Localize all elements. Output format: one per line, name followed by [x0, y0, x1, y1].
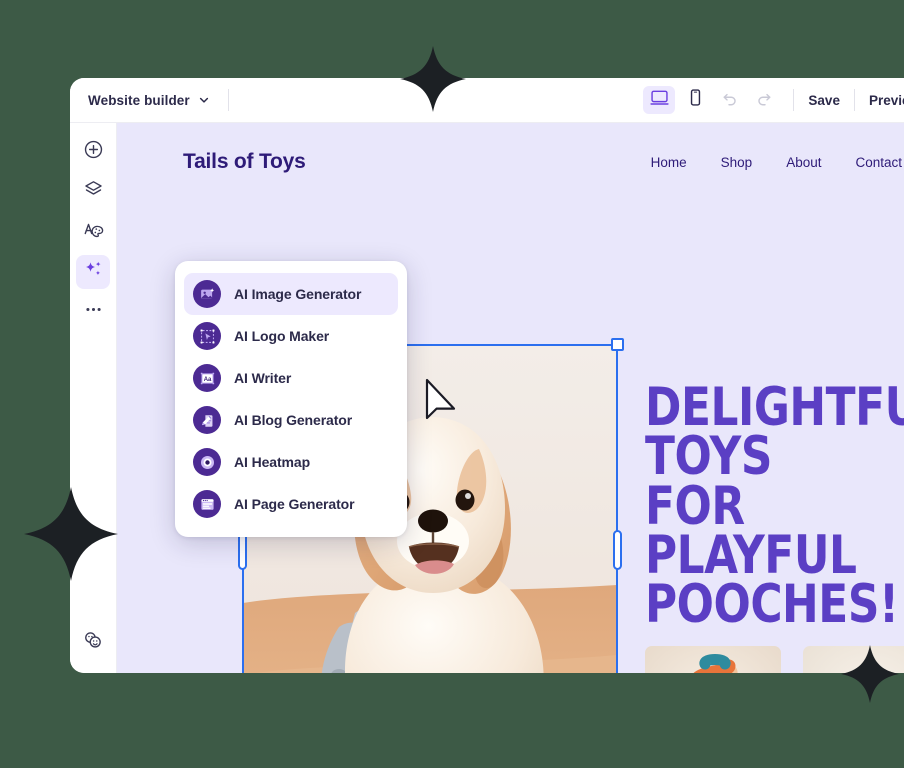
nav-item-about[interactable]: About: [786, 155, 821, 170]
nav-item-home[interactable]: Home: [651, 155, 687, 170]
menu-item-label: AI Blog Generator: [234, 412, 353, 428]
mobile-view-button[interactable]: [679, 86, 711, 114]
nav-item-shop[interactable]: Shop: [721, 155, 753, 170]
chevron-down-icon: [198, 94, 210, 106]
ai-tools-menu: AI Image Generator AI Logo Maker Aa AI W…: [175, 261, 407, 537]
undo-button[interactable]: [715, 86, 745, 114]
sidebar-item-feedback[interactable]: [76, 625, 110, 659]
menu-item-label: AI Writer: [234, 370, 292, 386]
ai-heatmap-icon: [193, 448, 221, 476]
hero-text-block[interactable]: DELIGHTFUL TOYS FOR PLAYFUL POOCHES! Lea…: [645, 377, 904, 673]
ai-page-icon: [193, 490, 221, 518]
website-canvas[interactable]: Tails of Toys Home Shop About Contact DE…: [117, 123, 904, 673]
plus-circle-icon: [83, 139, 104, 165]
smiley-faces-icon: [82, 629, 104, 656]
toolbar-divider-2: [793, 89, 795, 111]
left-sidebar: [70, 123, 117, 673]
save-button[interactable]: Save: [808, 93, 840, 108]
product-thumbnail-2[interactable]: [803, 646, 904, 673]
product-thumbnail-row: [645, 646, 904, 673]
menu-item-ai-logo-maker[interactable]: AI Logo Maker: [184, 315, 398, 357]
menu-item-ai-heatmap[interactable]: AI Heatmap: [184, 441, 398, 483]
redo-button[interactable]: [749, 86, 779, 114]
site-nav: Home Shop About Contact: [651, 155, 902, 170]
mobile-phone-icon: [686, 88, 705, 112]
toolbar-divider: [227, 89, 229, 111]
menu-item-ai-page-generator[interactable]: AI Page Generator: [184, 483, 398, 525]
ai-writer-icon: Aa: [193, 364, 221, 392]
toolbar: Website builder Save Previ: [70, 78, 904, 123]
project-menu-label: Website builder: [88, 92, 190, 108]
hero-heading: DELIGHTFUL TOYS FOR PLAYFUL POOCHES!: [645, 377, 904, 636]
sidebar-item-ai-tools[interactable]: [76, 255, 110, 289]
sidebar-item-layers[interactable]: [76, 175, 110, 209]
undo-arrow-icon: [721, 89, 739, 112]
site-logo[interactable]: Tails of Toys: [183, 150, 306, 174]
menu-item-ai-blog-generator[interactable]: AI Blog Generator: [184, 399, 398, 441]
sidebar-item-add[interactable]: [76, 135, 110, 169]
theme-palette-icon: [83, 219, 104, 245]
menu-item-label: AI Logo Maker: [234, 328, 330, 344]
layers-icon: [83, 179, 104, 205]
toolbar-actions: Save Preview: [643, 86, 904, 114]
desktop-monitor-icon: [650, 88, 669, 112]
menu-item-label: AI Image Generator: [234, 286, 362, 302]
ai-image-icon: [193, 280, 221, 308]
product-thumbnail-1[interactable]: [645, 646, 781, 673]
sidebar-item-more[interactable]: [76, 295, 110, 329]
toolbar-divider-3: [853, 89, 855, 111]
site-header: Tails of Toys Home Shop About Contact: [117, 123, 904, 201]
project-menu-button[interactable]: Website builder: [88, 93, 210, 108]
preview-button[interactable]: Preview: [869, 93, 904, 108]
ai-sparkles-icon: [83, 259, 104, 285]
menu-item-ai-writer[interactable]: Aa AI Writer: [184, 357, 398, 399]
nav-item-contact[interactable]: Contact: [855, 155, 902, 170]
app-window: Website builder Save Previ Tails of Toys…: [70, 78, 904, 673]
sidebar-item-design[interactable]: [76, 215, 110, 249]
svg-text:Aa: Aa: [203, 376, 211, 382]
desktop-view-button[interactable]: [643, 86, 676, 114]
more-dots-icon: [83, 299, 104, 325]
ai-blog-icon: [193, 406, 221, 434]
redo-arrow-icon: [755, 89, 773, 112]
menu-item-label: AI Heatmap: [234, 454, 311, 470]
menu-item-ai-image-generator[interactable]: AI Image Generator: [184, 273, 398, 315]
ai-logo-icon: [193, 322, 221, 350]
menu-item-label: AI Page Generator: [234, 496, 355, 512]
